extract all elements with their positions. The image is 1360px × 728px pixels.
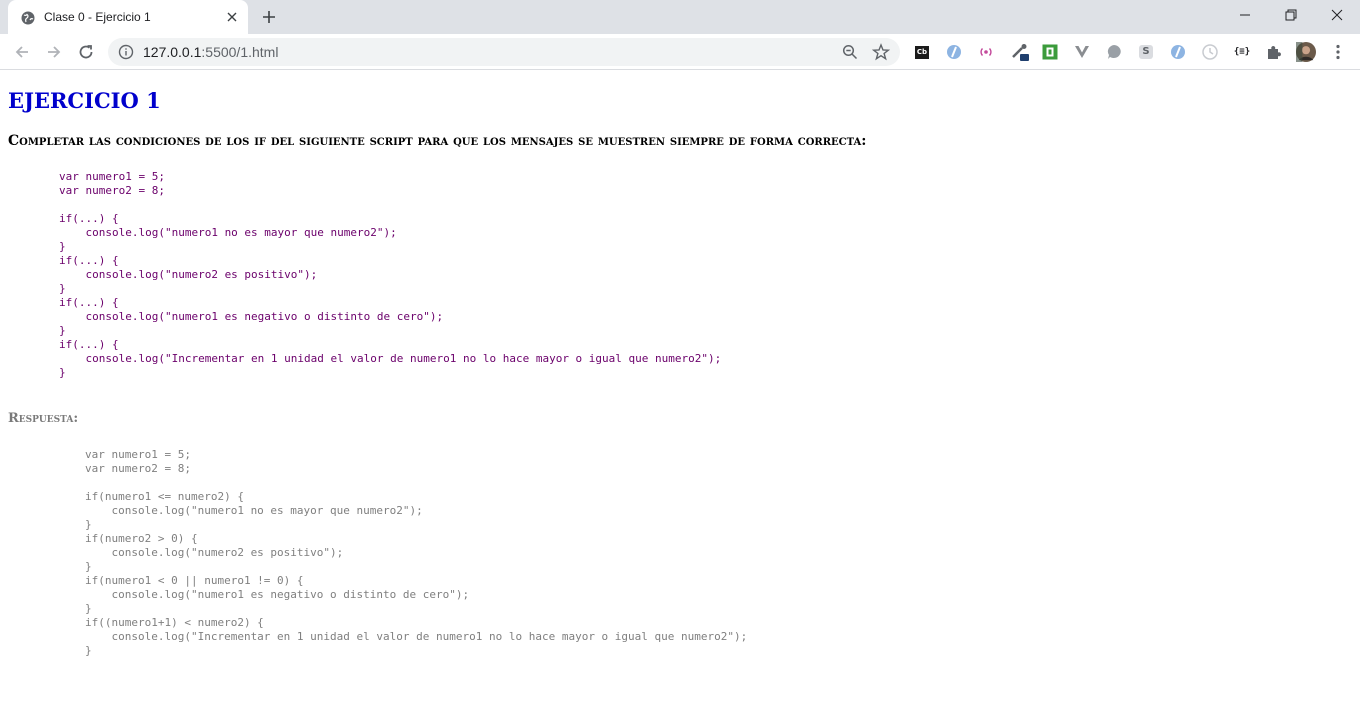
radio-icon[interactable] — [976, 42, 996, 62]
question-code: var numero1 = 5; var numero2 = 8; if(...… — [59, 170, 722, 379]
json-icon[interactable]: {≡} — [1232, 42, 1252, 62]
address-bar[interactable]: 127.0.0.1:5500/1.html — [108, 38, 900, 66]
v-icon[interactable] — [1072, 42, 1092, 62]
tab-active[interactable]: Clase 0 - Ejercicio 1 — [8, 0, 248, 34]
cb-icon[interactable]: Cb — [912, 42, 932, 62]
new-tab-button[interactable] — [260, 8, 278, 26]
restore-button[interactable] — [1268, 0, 1314, 30]
url-host: 127.0.0.1 — [143, 44, 202, 60]
minimize-button[interactable] — [1222, 0, 1268, 30]
blue-o-icon[interactable] — [944, 42, 964, 62]
answer-heading: Respuesta: — [8, 411, 79, 426]
url-path: :5500/1.html — [201, 44, 279, 60]
page-content: EJERCICIO 1 Completar las condiciones de… — [0, 71, 1360, 728]
back-icon[interactable] — [12, 42, 32, 62]
tab-strip: Clase 0 - Ejercicio 1 — [0, 0, 1360, 34]
close-icon[interactable] — [224, 9, 240, 25]
s-icon[interactable]: S — [1136, 42, 1156, 62]
reload-icon[interactable] — [76, 42, 96, 62]
s-label: S — [1139, 45, 1153, 59]
tab-title: Clase 0 - Ejercicio 1 — [44, 10, 151, 24]
browser-toolbar: 127.0.0.1:5500/1.html Cb S {≡} — [0, 34, 1360, 70]
answer-code: var numero1 = 5; var numero2 = 8; if(num… — [85, 448, 748, 657]
dropper-icon[interactable] — [1010, 42, 1030, 62]
blue-o2-icon[interactable] — [1168, 42, 1188, 62]
cb-label: Cb — [915, 45, 929, 59]
globe-icon — [21, 10, 35, 25]
page-title: EJERCICIO 1 — [8, 88, 161, 113]
exercise-statement: Completar las condiciones de los if del … — [8, 133, 867, 149]
clock-icon[interactable] — [1200, 42, 1220, 62]
forward-icon[interactable] — [44, 42, 64, 62]
zoom-icon[interactable] — [842, 44, 858, 60]
avatar[interactable] — [1296, 42, 1316, 62]
star-icon[interactable] — [871, 43, 891, 61]
json-label: {≡} — [1233, 47, 1251, 57]
menu-icon[interactable] — [1328, 42, 1348, 62]
puzzle-icon[interactable] — [1264, 42, 1284, 62]
info-icon[interactable] — [118, 44, 134, 60]
close-window-button[interactable] — [1314, 0, 1360, 30]
url-text[interactable]: 127.0.0.1:5500/1.html — [143, 44, 278, 60]
green-square-icon[interactable] — [1040, 42, 1060, 62]
bubble-icon[interactable] — [1104, 42, 1124, 62]
